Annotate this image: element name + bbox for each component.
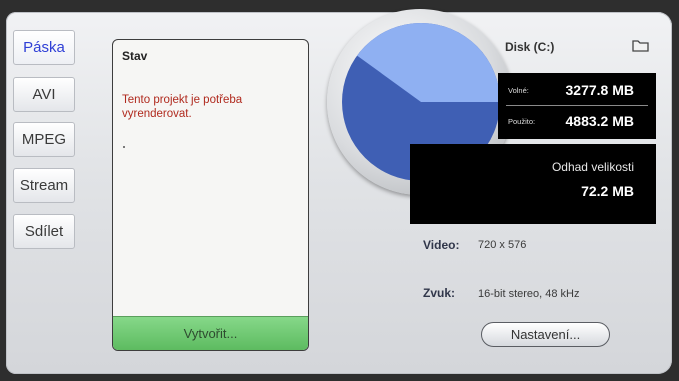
status-panel: Stav Tento projekt je potřeba vyrenderov… [112,39,309,351]
used-space-value: 4883.2 MB [565,113,634,129]
audio-label: Zvuk: [423,286,456,300]
tab-tape[interactable]: Páska [13,30,75,65]
create-button[interactable]: Vytvořit... [113,316,308,350]
folder-icon[interactable] [632,38,649,52]
tab-stream[interactable]: Stream [13,168,75,203]
used-space-label: Použito: [508,117,536,126]
stats-divider [506,105,648,106]
tab-avi[interactable]: AVI [13,77,75,112]
status-message: Tento projekt je potřeba vyrenderovat. [122,94,243,120]
settings-button[interactable]: Nastavení... [481,322,610,347]
disk-label: Disk (C:) [505,40,555,54]
tab-mpeg[interactable]: MPEG [13,122,75,157]
size-estimate-box: Odhad velikosti 72.2 MB [410,144,656,224]
size-estimate-label: Odhad velikosti [551,160,634,174]
status-title: Stav [122,49,148,63]
video-value: 720 x 576 [478,239,527,251]
size-estimate-value: 72.2 MB [581,183,634,199]
disk-stats-box: Volné: 3277.8 MB Použito: 4883.2 MB [498,73,656,139]
status-dot [123,146,125,148]
free-space-label: Volné: [508,86,529,95]
video-label: Video: [423,238,460,252]
tab-share[interactable]: Sdílet [13,214,75,249]
free-space-value: 3277.8 MB [565,82,634,98]
audio-value: 16-bit stereo, 48 kHz [478,288,580,300]
